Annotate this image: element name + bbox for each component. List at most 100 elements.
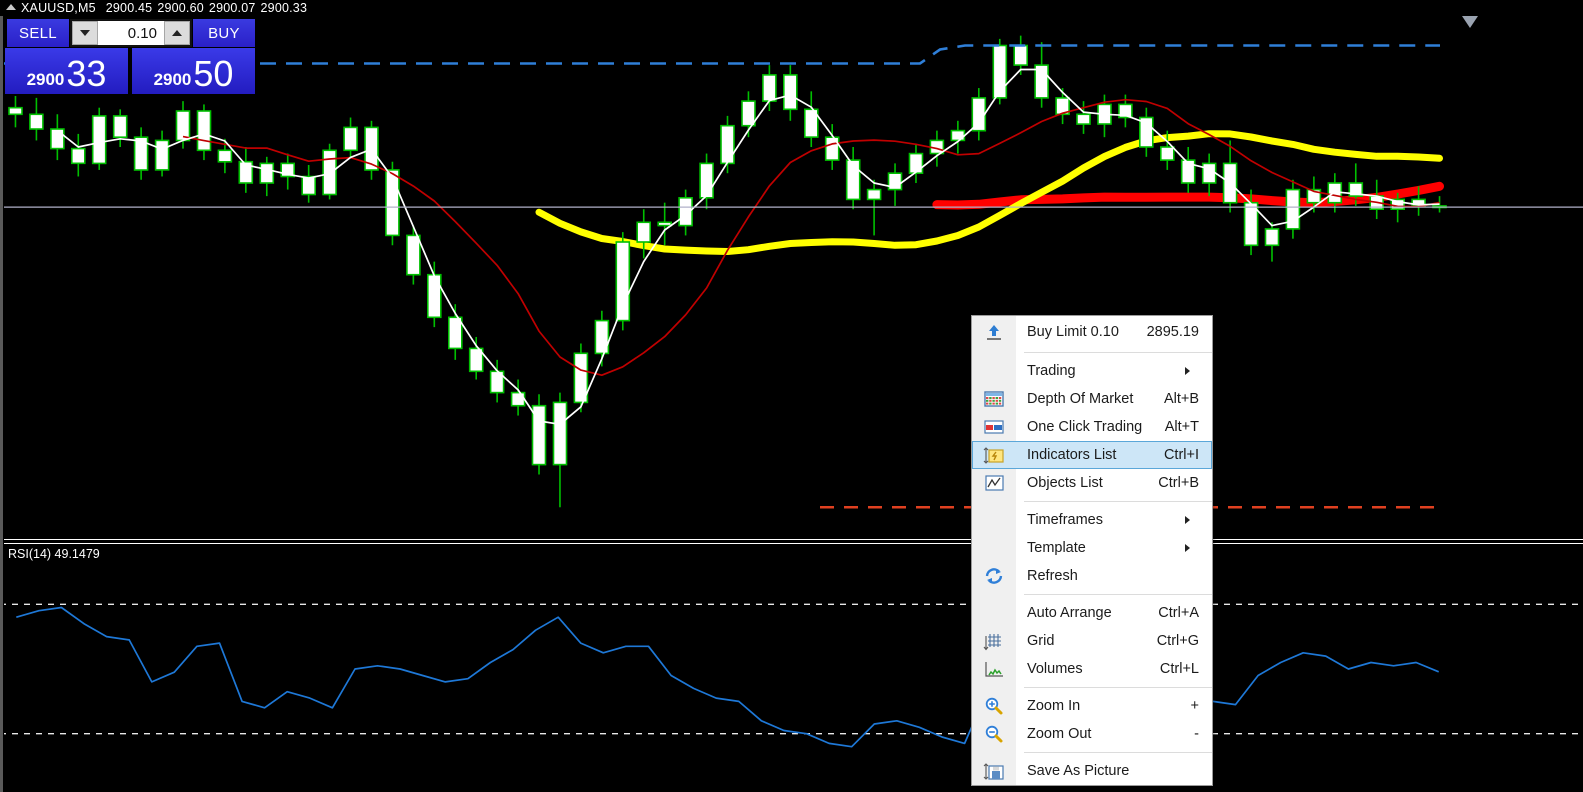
menu-item-accelerator: + <box>1190 698 1199 714</box>
menu-item-indicators-list[interactable]: Indicators List Ctrl+I <box>972 441 1212 469</box>
candle-body <box>971 97 987 132</box>
menu-item-objects-list[interactable]: Objects List Ctrl+B <box>972 469 1212 497</box>
candle-body <box>1264 228 1280 247</box>
volume-increase-button[interactable] <box>164 21 190 45</box>
menu-item-depth-of-market[interactable]: Depth Of Market Alt+B <box>972 385 1212 413</box>
candle-body <box>1013 44 1029 66</box>
menu-item-no-icon <box>972 357 1016 385</box>
chevron-right-icon <box>1185 516 1203 524</box>
menu-item-grid[interactable]: Grid Ctrl+G <box>972 627 1212 655</box>
chart-marker-triangle-down-icon[interactable] <box>1462 16 1478 28</box>
ohlc-low: 2900.07 <box>208 1 256 15</box>
ohlc-close: 2900.33 <box>260 1 308 15</box>
sell-price-fraction: 33 <box>66 53 107 94</box>
menu-item-accelerator: Ctrl+A <box>1158 605 1199 621</box>
rsi-chart-canvas <box>0 603 1583 748</box>
candle-body <box>71 147 86 165</box>
chart-left-edge-inner <box>3 16 4 792</box>
menu-item-no-icon <box>972 599 1016 627</box>
one-click-trading-panel[interactable]: SELL 0.10 BUY 2900 33 2900 50 <box>5 17 257 96</box>
candle-body <box>720 124 735 165</box>
candle-body <box>552 401 568 466</box>
volumes-icon <box>972 655 1016 683</box>
candle-body <box>50 128 65 150</box>
menu-item-no-icon <box>972 534 1016 562</box>
menu-separator <box>1024 501 1212 502</box>
menu-item-label: Grid <box>1027 633 1055 649</box>
menu-separator <box>1024 752 1212 753</box>
menu-item-accelerator: - <box>1194 726 1199 742</box>
candle-body <box>29 113 44 130</box>
rsi-indicator-label: RSI(14) 49.1479 <box>8 547 100 561</box>
candle-body <box>636 221 652 243</box>
ohlc-high: 2900.60 <box>157 1 204 15</box>
menu-item-label: Zoom Out <box>1027 726 1092 742</box>
candle-body <box>741 100 756 127</box>
metatrader-chart-window: XAUUSD,M5 2900.45 2900.60 2900.07 2900.33 RS… <box>0 0 1583 792</box>
volume-stepper[interactable]: 0.10 <box>70 19 192 47</box>
menu-item-accelerator: Ctrl+L <box>1159 661 1199 677</box>
candle-body <box>259 162 275 184</box>
menu-item-timeframes[interactable]: Timeframes <box>972 506 1212 534</box>
rsi-line <box>16 606 1440 748</box>
candle-body <box>196 110 212 152</box>
candle-body <box>217 149 233 163</box>
ma-yellow-thick <box>535 130 1443 255</box>
menu-item-template[interactable]: Template <box>972 534 1212 562</box>
chart-context-menu[interactable]: Buy Limit 0.10 2895.19 Trading Depth Of Mar… <box>971 315 1213 786</box>
grid-icon <box>972 627 1016 655</box>
menu-item-accelerator: Alt+B <box>1163 391 1199 407</box>
candle-body <box>866 188 882 201</box>
menu-separator <box>1024 687 1212 688</box>
buy-label[interactable]: BUY <box>193 19 255 47</box>
refresh-icon <box>972 562 1016 590</box>
ohlc-open: 2900.45 <box>105 1 153 15</box>
volume-input[interactable]: 0.10 <box>98 21 164 45</box>
menu-item-label: Template <box>1027 540 1086 556</box>
menu-item-label: Save As Picture <box>1027 763 1130 779</box>
menu-item-save-as-picture[interactable]: Save As Picture <box>972 757 1212 785</box>
menu-item-label: Buy Limit 0.10 <box>1027 324 1119 340</box>
triangle-up-icon[interactable] <box>6 4 16 10</box>
menu-item-label: Depth Of Market <box>1027 391 1134 407</box>
arrow-up-blue-icon <box>972 316 1016 348</box>
chart-ohlc-values: 2900.45 2900.60 2900.07 2900.33 <box>106 1 312 15</box>
pane-separator[interactable] <box>0 538 1583 546</box>
sell-label[interactable]: SELL <box>7 19 69 47</box>
buy-price-integer: 2900 <box>153 70 192 89</box>
indicators-list-icon <box>972 441 1016 469</box>
menu-item-accelerator: Ctrl+I <box>1163 447 1199 463</box>
candle-body <box>950 129 966 142</box>
triangle-down-icon <box>80 30 90 36</box>
menu-separator <box>1024 594 1212 595</box>
candle-body <box>91 115 107 165</box>
candle-body <box>1076 113 1091 125</box>
menu-item-buy-limit-0-10[interactable]: Buy Limit 0.10 2895.19 <box>972 316 1212 348</box>
zoom-in-icon <box>972 692 1016 720</box>
candle-body <box>1160 146 1175 161</box>
sell-price-integer: 2900 <box>26 70 65 89</box>
menu-item-auto-arrange[interactable]: Auto Arrange Ctrl+A <box>972 599 1212 627</box>
candle-body <box>175 110 191 142</box>
menu-item-refresh[interactable]: Refresh <box>972 562 1212 590</box>
sell-button[interactable]: 2900 33 <box>5 48 128 94</box>
chart-symbol-timeframe: XAUUSD,M5 <box>21 1 96 15</box>
menu-item-zoom-out[interactable]: Zoom Out - <box>972 720 1212 748</box>
candle-body <box>154 139 170 171</box>
menu-item-zoom-in[interactable]: Zoom In + <box>972 692 1212 720</box>
menu-item-label: Trading <box>1027 363 1076 379</box>
candle-body <box>615 241 631 322</box>
candlestick-series <box>8 35 1447 508</box>
candle-body <box>343 126 358 152</box>
buy-button[interactable]: 2900 50 <box>132 48 255 94</box>
candle-body <box>112 115 128 139</box>
menu-item-volumes[interactable]: Volumes Ctrl+L <box>972 655 1212 683</box>
zoom-out-icon <box>972 720 1016 748</box>
candle-body <box>699 162 714 199</box>
menu-item-label: Zoom In <box>1027 698 1081 714</box>
menu-item-one-click-trading[interactable]: One Click Trading Alt+T <box>972 413 1212 441</box>
menu-item-trading[interactable]: Trading <box>972 357 1212 385</box>
candle-body <box>657 221 673 227</box>
rsi-indicator-pane[interactable] <box>0 546 1583 792</box>
volume-decrease-button[interactable] <box>72 21 98 45</box>
